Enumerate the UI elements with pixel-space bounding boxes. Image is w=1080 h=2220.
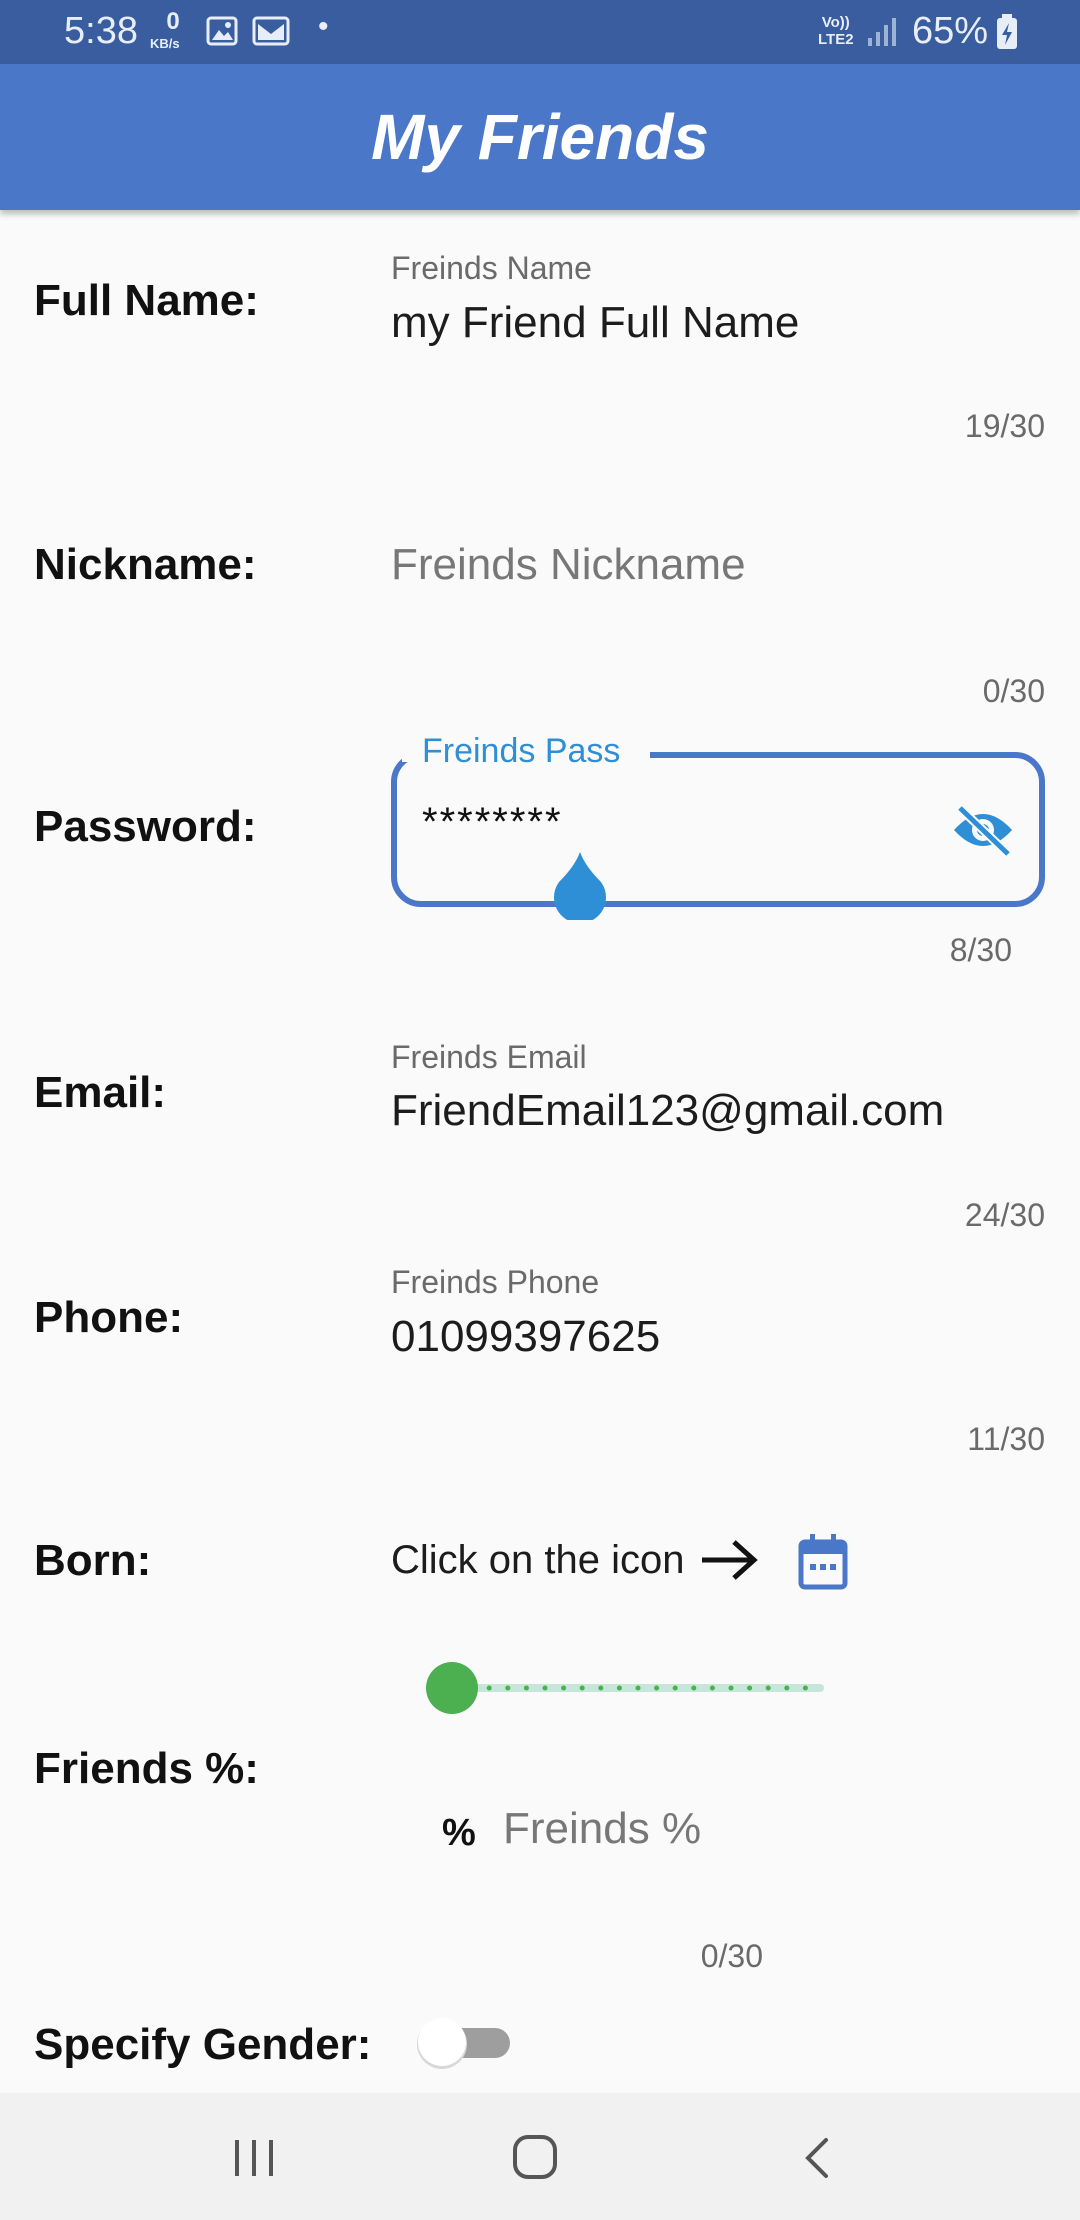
nickname-label: Nickname: — [34, 540, 257, 589]
phone-input[interactable]: 01099397625 — [391, 1312, 1041, 1372]
slider-tick — [523, 1685, 529, 1691]
gallery-notification-icon — [206, 16, 238, 46]
email-input[interactable]: FriendEmail123@gmail.com — [391, 1086, 1041, 1146]
slider-tick — [765, 1685, 771, 1691]
slider-thumb — [426, 1662, 478, 1714]
full-name-input[interactable]: my Friend Full Name — [391, 298, 1041, 358]
phone-hint: Freinds Phone — [391, 1264, 600, 1300]
recents-icon[interactable] — [232, 2136, 276, 2180]
full-name-label: Full Name: — [34, 276, 259, 325]
network-speed-unit: KB/s — [150, 36, 180, 51]
password-counter: 8/30 — [949, 932, 1012, 968]
phone-counter: 11/30 — [967, 1421, 1045, 1457]
volte-line1: Vo)) — [821, 14, 850, 31]
slider-tick — [709, 1685, 715, 1691]
friends-percent-slider[interactable] — [424, 1660, 834, 1716]
signal-icon — [868, 18, 896, 46]
email-counter: 24/30 — [964, 1197, 1045, 1233]
calendar-icon[interactable] — [798, 1534, 848, 1590]
slider-tick — [747, 1685, 753, 1691]
nickname-input[interactable]: Freinds Nickname — [391, 540, 1041, 600]
slider-tick — [784, 1685, 790, 1691]
notification-dot: • — [318, 10, 329, 43]
password-label: Password: — [34, 802, 257, 851]
born-instruction: Click on the icon — [391, 1538, 685, 1582]
battery-charging-icon — [997, 14, 1017, 49]
full-name-counter: 19/30 — [964, 408, 1045, 444]
arrow-right-icon — [702, 1540, 758, 1580]
email-label: Email: — [34, 1068, 167, 1117]
home-icon[interactable] — [511, 2132, 559, 2182]
network-speed-value: 0 — [166, 8, 180, 35]
friends-percent-input[interactable]: Freinds % — [503, 1804, 953, 1864]
slider-tick — [598, 1685, 604, 1691]
visibility-off-icon[interactable] — [952, 804, 1014, 856]
app-title: My Friends — [371, 101, 709, 173]
slider-tick — [505, 1685, 511, 1691]
slider-tick — [728, 1685, 734, 1691]
slider-tick — [802, 1685, 808, 1691]
volte-line2: LTE2 — [818, 31, 854, 48]
slider-tick — [616, 1685, 622, 1691]
app-bar: My Friends — [0, 64, 1080, 210]
battery-percent: 65% — [912, 10, 989, 52]
text-cursor-handle-icon[interactable] — [551, 852, 609, 920]
status-time: 5:38 — [64, 10, 138, 52]
gmail-notification-icon — [252, 16, 290, 46]
slider-tick — [654, 1685, 660, 1691]
slider-tick — [486, 1685, 492, 1691]
password-floating-label: Freinds Pass — [422, 732, 621, 770]
slider-tick — [542, 1685, 548, 1691]
gender-label: Specify Gender: — [34, 2020, 372, 2069]
slider-tick — [579, 1685, 585, 1691]
back-icon[interactable] — [796, 2134, 836, 2182]
volte-indicator: Vo)) LTE2 — [818, 14, 854, 48]
email-hint: Freinds Email — [391, 1039, 587, 1075]
password-input[interactable]: ******** — [422, 800, 563, 845]
phone-label: Phone: — [34, 1293, 184, 1342]
slider-tick — [635, 1685, 641, 1691]
friends-percent-label: Friends %: — [34, 1744, 259, 1793]
percent-prefix: % — [442, 1812, 476, 1854]
full-name-hint: Freinds Name — [391, 250, 592, 286]
born-label: Born: — [34, 1536, 152, 1585]
slider-tick — [561, 1685, 567, 1691]
gender-switch[interactable] — [414, 2010, 514, 2074]
nickname-counter: 0/30 — [982, 673, 1045, 709]
friends-percent-counter: 0/30 — [700, 1938, 763, 1974]
slider-tick — [672, 1685, 678, 1691]
slider-tick — [691, 1685, 697, 1691]
